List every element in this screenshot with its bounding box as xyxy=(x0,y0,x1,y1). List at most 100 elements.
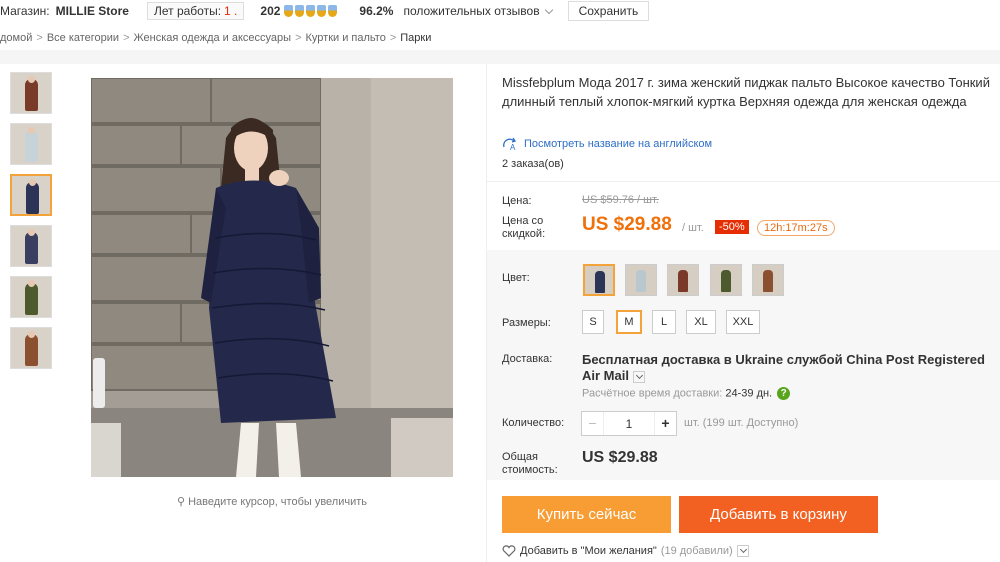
positive-rating[interactable]: 96.2% положительных отзывов xyxy=(359,4,557,18)
thumbnail-figure xyxy=(26,182,39,214)
quantity-label: Количество: xyxy=(502,417,565,429)
buy-now-button[interactable]: Купить сейчас xyxy=(502,496,671,533)
breadcrumb-jackets-coats[interactable]: Куртки и пальто xyxy=(306,32,386,44)
thumbnail-figure xyxy=(25,334,38,366)
breadcrumb-women-clothing[interactable]: Женская одежда и аксессуары xyxy=(134,32,292,44)
heart-icon xyxy=(502,545,516,557)
price-unit: / шт. xyxy=(682,222,704,234)
breadcrumb-separator: > xyxy=(389,32,397,44)
color-swatch[interactable] xyxy=(667,264,699,296)
discount-price-label-line2: скидкой: xyxy=(502,228,546,240)
feedback-count: 202 xyxy=(260,4,281,18)
quantity-input[interactable] xyxy=(604,412,654,435)
color-swatch[interactable] xyxy=(710,264,742,296)
breadcrumb-parkas: Парки xyxy=(400,32,432,44)
eta-label: Расчётное время доставки: xyxy=(582,387,723,400)
size-option-xl[interactable]: XL xyxy=(686,310,716,334)
size-option-m[interactable]: M xyxy=(616,310,642,334)
add-to-wishlist-link[interactable]: Добавить в "Мои желания" (19 добавили) xyxy=(502,545,749,557)
quantity-decrease-button[interactable]: − xyxy=(582,412,604,435)
size-option-xxl[interactable]: XXL xyxy=(726,310,760,334)
thumbnail-figure-head xyxy=(28,280,35,287)
wishlist-label: Добавить в "Мои желания" xyxy=(520,545,657,557)
years-label: Лет работы: xyxy=(153,4,222,18)
thumbnail-figure-head xyxy=(28,331,35,338)
breadcrumb-separator: > xyxy=(295,32,302,44)
color-swatch[interactable] xyxy=(752,264,784,296)
color-swatch-figure xyxy=(721,270,731,292)
thumbnail-image[interactable] xyxy=(10,327,52,369)
search-icon: ⚲ xyxy=(176,496,186,508)
total-label-line1: Общая xyxy=(502,451,538,463)
thumbnail-image[interactable] xyxy=(10,276,52,318)
main-product-image[interactable] xyxy=(91,78,453,477)
chevron-down-icon xyxy=(544,5,553,14)
thumbnail-image[interactable] xyxy=(10,225,52,267)
translate-icon: A xyxy=(503,137,517,151)
price-label: Цена: xyxy=(502,195,532,207)
total-price: US $29.88 xyxy=(582,449,658,466)
store-name[interactable]: MILLIE Store xyxy=(56,4,129,18)
thumbnail-figure-head xyxy=(28,127,35,134)
thumbnail-image[interactable] xyxy=(10,174,52,216)
total-label-line2: стоимость: xyxy=(502,464,558,476)
rating-label: положительных отзывов xyxy=(403,4,540,18)
discount-badge: -50% xyxy=(715,220,749,234)
breadcrumb-home[interactable]: домой xyxy=(0,32,32,44)
shipping-method[interactable]: Бесплатная доставка в Ukraine службой Ch… xyxy=(582,352,1000,384)
thumbnail-list xyxy=(10,72,54,378)
feedback-score[interactable]: 202 xyxy=(260,4,339,18)
shipping-label: Доставка: xyxy=(502,353,553,365)
thumbnail-figure-head xyxy=(28,229,35,236)
thumbnail-image[interactable] xyxy=(10,123,52,165)
breadcrumb-all-categories[interactable]: Все категории xyxy=(47,32,119,44)
zoom-hint-text: Наведите курсор, чтобы увеличить xyxy=(188,496,368,508)
color-swatch-figure xyxy=(595,271,605,293)
product-photo xyxy=(91,78,453,477)
store-years-badge: Лет работы: 1 . xyxy=(146,2,245,20)
store-bar: Магазин: MILLIE Store Лет работы: 1 . 20… xyxy=(0,0,1000,22)
thumbnail-figure-head xyxy=(28,76,35,83)
save-store-button[interactable]: Сохранить xyxy=(567,1,650,21)
product-title: Missfebplum Мода 2017 г. зима женский пи… xyxy=(502,75,990,109)
translate-title-link[interactable]: A Посмотреть название на английском xyxy=(502,137,712,151)
help-icon[interactable]: ? xyxy=(777,387,791,400)
quantity-increase-button[interactable]: + xyxy=(654,412,676,435)
price-divider xyxy=(487,181,1000,182)
thumbnail-figure xyxy=(25,283,38,315)
quantity-available: шт. (199 шт. Доступно) xyxy=(684,417,799,429)
wishlist-count: (19 добавили) xyxy=(660,545,733,557)
breadcrumb: домой > Все категории > Женская одежда и… xyxy=(0,28,1000,48)
thumbnail-figure xyxy=(25,79,38,111)
countdown-timer: 12h:17m:27s xyxy=(757,220,835,236)
old-price: US $59.76 / шт. xyxy=(582,194,659,206)
thumbnail-figure xyxy=(25,130,38,162)
thumbnail-figure-head xyxy=(29,179,36,186)
add-to-cart-button[interactable]: Добавить в корзину xyxy=(679,496,878,533)
breadcrumb-separator: > xyxy=(123,32,130,44)
medal-icon xyxy=(284,5,339,17)
size-option-l[interactable]: L xyxy=(652,310,676,334)
size-label: Размеры: xyxy=(502,317,551,329)
svg-text:A: A xyxy=(510,143,516,151)
chevron-down-icon[interactable] xyxy=(736,545,749,557)
translate-link-text[interactable]: Посмотреть название на английском xyxy=(524,138,712,150)
orders-count: 2 заказа(ов) xyxy=(502,158,564,170)
eta-days: 24-39 дн. xyxy=(725,387,773,400)
years-value: 1 . xyxy=(224,4,238,18)
store-label: Магазин: xyxy=(0,4,50,18)
delivery-estimate: Расчётное время доставки: 24-39 дн. ? xyxy=(582,387,791,400)
chevron-down-icon[interactable] xyxy=(632,370,645,383)
color-swatch[interactable] xyxy=(625,264,657,296)
color-swatch-figure xyxy=(636,270,646,292)
zoom-hint: ⚲ Наведите курсор, чтобы увеличить xyxy=(91,495,453,508)
color-swatch[interactable] xyxy=(583,264,615,296)
discount-price-label-line1: Цена со xyxy=(502,215,544,227)
section-divider xyxy=(0,50,1000,64)
size-option-s[interactable]: S xyxy=(582,310,604,334)
thumbnail-figure xyxy=(25,232,38,264)
store-info: Магазин: MILLIE Store xyxy=(0,4,129,18)
rating-percent: 96.2% xyxy=(359,4,394,18)
color-swatch-figure xyxy=(678,270,688,292)
thumbnail-image[interactable] xyxy=(10,72,52,114)
